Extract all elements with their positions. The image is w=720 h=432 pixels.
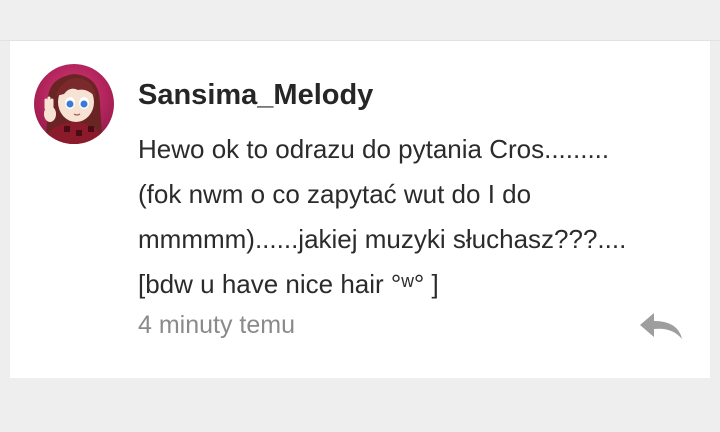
message-line: [bdw u have nice hair °ʷ° ] — [138, 269, 439, 299]
comment-timestamp: 4 minuty temu — [138, 311, 296, 339]
message-line: (fok nwm o co zapytać wut do I do — [138, 179, 532, 209]
comment-card: Sansima_Melody Hewo ok to odrazu do pyta… — [10, 41, 710, 378]
reply-button[interactable] — [638, 311, 684, 341]
user-avatar[interactable] — [34, 64, 114, 144]
comment-username[interactable]: Sansima_Melody — [138, 77, 373, 113]
comment-message: Hewo ok to odrazu do pytania Cros.......… — [138, 127, 698, 307]
top-separator-band — [0, 0, 720, 41]
message-line: Hewo ok to odrazu do pytania Cros.......… — [138, 134, 610, 164]
reply-arrow-icon — [640, 313, 682, 339]
anime-girl-avatar-icon — [34, 64, 114, 144]
message-line: mmmmm)......jakiej muzyki słuchasz???...… — [138, 224, 627, 254]
